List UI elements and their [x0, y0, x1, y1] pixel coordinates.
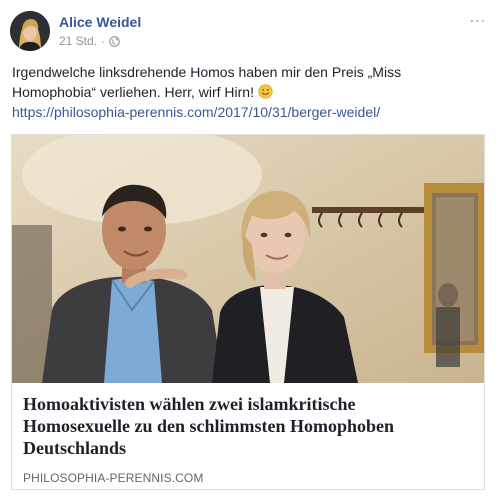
card-image[interactable] — [12, 135, 484, 383]
link-preview-card[interactable]: Homoaktivisten wählen zwei islamkritisch… — [11, 134, 485, 490]
card-body[interactable]: Homoaktivisten wählen zwei islamkritisch… — [12, 383, 484, 489]
post-message: Irgendwelche linksdrehende Homos haben m… — [12, 64, 402, 100]
avatar-image — [10, 11, 50, 51]
post-timestamp[interactable]: 21 Std. — [59, 34, 97, 48]
author-name[interactable]: Alice Weidel — [59, 14, 141, 30]
post-text: Irgendwelche linksdrehende Homos haben m… — [12, 62, 482, 102]
smiley-icon — [258, 84, 273, 99]
meta-separator: · — [101, 34, 106, 48]
globe-icon[interactable] — [109, 35, 120, 47]
post-meta: 21 Std. · — [59, 34, 120, 48]
post-link[interactable]: https://philosophia-perennis.com/2017/10… — [12, 104, 380, 120]
card-domain: PHILOSOPHIA-PERENNIS.COM — [23, 471, 204, 485]
photo-of-two-people — [12, 135, 484, 383]
card-title[interactable]: Homoaktivisten wählen zwei islamkritisch… — [23, 393, 463, 459]
post-header: Alice Weidel 21 Std. · ... — [10, 10, 488, 52]
more-options-icon[interactable]: ... — [470, 10, 486, 26]
avatar[interactable] — [10, 11, 50, 51]
